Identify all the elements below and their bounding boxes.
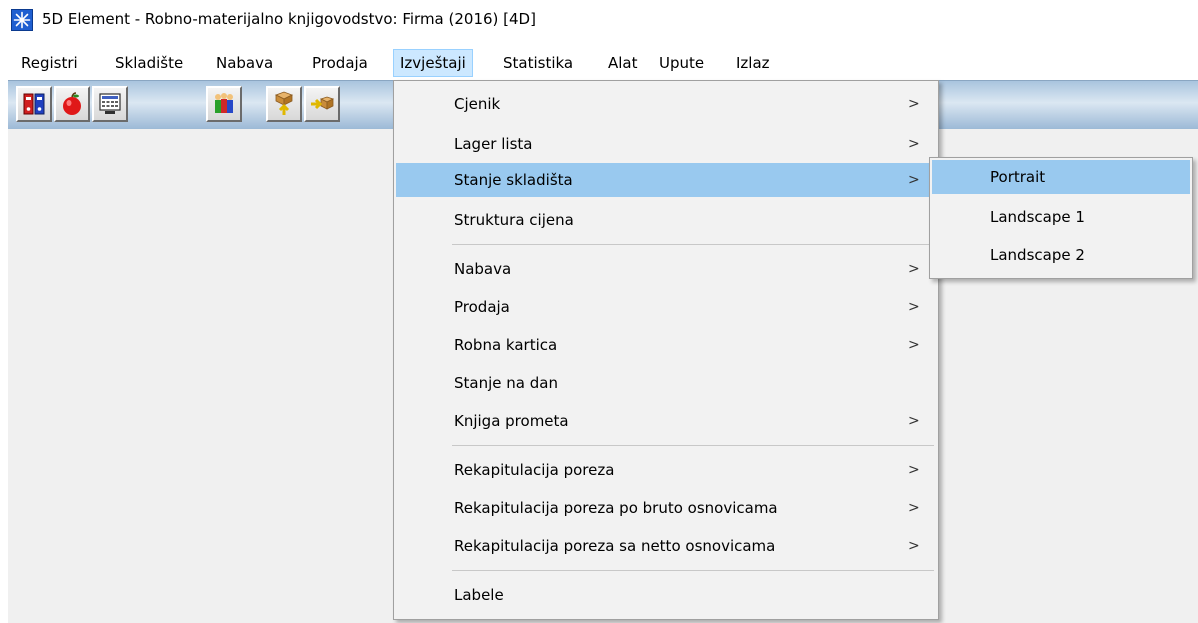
menu-izvjestaji[interactable]: Izvještaji <box>393 49 473 77</box>
submenu-item-landscape-1[interactable]: Landscape 1 <box>932 200 1190 234</box>
chevron-right-icon: > <box>908 261 920 277</box>
menu-item-cjenik[interactable]: Cjenik > <box>396 87 936 121</box>
menu-alat[interactable]: Alat <box>602 49 644 77</box>
submenu-item-label: Portrait <box>990 168 1046 186</box>
menu-upute[interactable]: Upute <box>653 49 710 77</box>
menu-item-rekapitulacija-bruto[interactable]: Rekapitulacija poreza po bruto osnovicam… <box>396 491 936 525</box>
menu-item-struktura-cijena[interactable]: Struktura cijena <box>396 203 936 237</box>
menu-bar: Registri Skladište Nabava Prodaja Izvješ… <box>0 49 1198 79</box>
menu-item-robna-kartica[interactable]: Robna kartica > <box>396 328 936 362</box>
menu-item-labele[interactable]: Labele <box>396 578 936 612</box>
menu-skladiste[interactable]: Skladište <box>109 49 189 77</box>
menu-statistika[interactable]: Statistika <box>497 49 579 77</box>
chevron-right-icon: > <box>908 136 920 152</box>
menu-nabava[interactable]: Nabava <box>210 49 279 77</box>
menu-item-label: Rekapitulacija poreza <box>454 461 615 479</box>
menu-item-label: Nabava <box>454 260 512 278</box>
chevron-right-icon: > <box>908 538 920 554</box>
toolbar-button-partners[interactable] <box>206 86 242 122</box>
chevron-right-icon: > <box>908 413 920 429</box>
menu-separator <box>452 570 934 571</box>
menu-separator <box>452 244 934 245</box>
stanje-skladista-submenu: Portrait Landscape 1 Landscape 2 <box>929 157 1193 279</box>
toolbar-button-receipt[interactable] <box>266 86 302 122</box>
submenu-item-landscape-2[interactable]: Landscape 2 <box>932 238 1190 272</box>
menu-item-label: Prodaja <box>454 298 510 316</box>
chevron-right-icon: > <box>908 172 920 188</box>
menu-item-rekapitulacija-poreza[interactable]: Rekapitulacija poreza > <box>396 453 936 487</box>
toolbar-button-issue[interactable] <box>304 86 340 122</box>
menu-item-label: Rekapitulacija poreza sa netto osnovicam… <box>454 537 776 555</box>
toolbar-button-items[interactable] <box>54 86 90 122</box>
submenu-item-portrait[interactable]: Portrait <box>932 160 1190 194</box>
menu-item-label: Cjenik <box>454 95 501 113</box>
menu-separator <box>452 445 934 446</box>
menu-item-knjiga-prometa[interactable]: Knjiga prometa > <box>396 404 936 438</box>
chevron-right-icon: > <box>908 462 920 478</box>
menu-item-label: Stanje skladišta <box>454 171 573 189</box>
submenu-item-label: Landscape 2 <box>990 246 1085 264</box>
menu-item-label: Knjiga prometa <box>454 412 569 430</box>
menu-item-label: Lager lista <box>454 135 533 153</box>
menu-item-lager-lista[interactable]: Lager lista > <box>396 127 936 161</box>
chevron-right-icon: > <box>908 299 920 315</box>
menu-item-stanje-na-dan[interactable]: Stanje na dan <box>396 366 936 400</box>
menu-item-label: Struktura cijena <box>454 211 574 229</box>
menu-item-label: Robna kartica <box>454 336 558 354</box>
toolbar-button-registers[interactable] <box>16 86 52 122</box>
menu-item-nabava[interactable]: Nabava > <box>396 252 936 286</box>
chevron-right-icon: > <box>908 500 920 516</box>
menu-item-label: Stanje na dan <box>454 374 558 392</box>
submenu-item-label: Landscape 1 <box>990 208 1085 226</box>
chevron-right-icon: > <box>908 337 920 353</box>
asterisk-star-icon[interactable] <box>11 9 33 31</box>
title-bar: 5D Element - Robno-materijalno knjigovod… <box>0 0 1198 40</box>
menu-item-label: Labele <box>454 586 504 604</box>
chevron-right-icon: > <box>908 96 920 112</box>
menu-item-label: Rekapitulacija poreza po bruto osnovicam… <box>454 499 778 517</box>
menu-prodaja[interactable]: Prodaja <box>306 49 374 77</box>
menu-item-stanje-skladista[interactable]: Stanje skladišta > <box>396 163 936 197</box>
menu-registri[interactable]: Registri <box>15 49 84 77</box>
menu-izlaz[interactable]: Izlaz <box>730 49 776 77</box>
menu-item-rekapitulacija-netto[interactable]: Rekapitulacija poreza sa netto osnovicam… <box>396 529 936 563</box>
window-title: 5D Element - Robno-materijalno knjigovod… <box>42 10 536 28</box>
toolbar-button-calculator[interactable] <box>92 86 128 122</box>
izvjestaji-dropdown-menu: Cjenik > Lager lista > Stanje skladišta … <box>393 80 939 620</box>
menu-item-prodaja[interactable]: Prodaja > <box>396 290 936 324</box>
